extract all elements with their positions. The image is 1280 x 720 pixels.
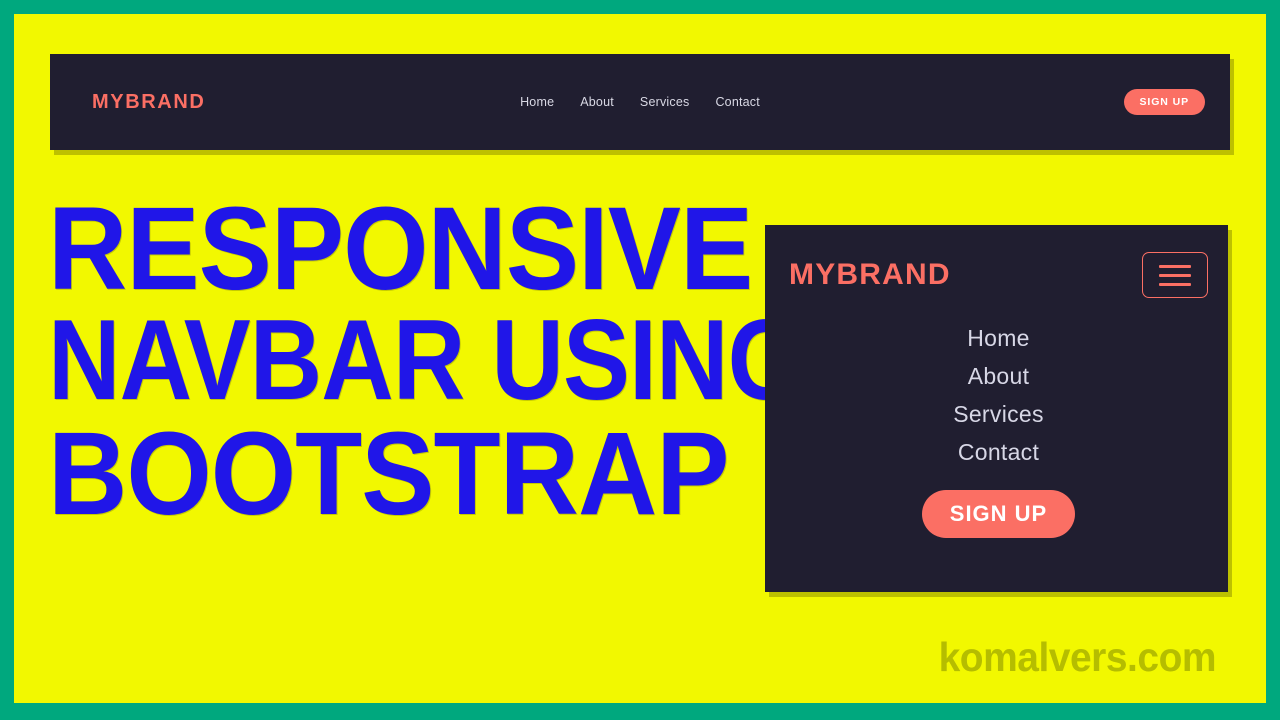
mobile-nav-link-contact[interactable]: Contact [958,439,1039,466]
nav-link-about[interactable]: About [580,95,614,109]
hamburger-bar-bottom [1159,282,1191,286]
mobile-signup-button[interactable]: SIGN UP [921,490,1076,538]
mobile-navbar-menu: Home About Services Contact SIGN UP [789,325,1208,538]
hamburger-bar-top [1159,264,1191,268]
mobile-navbar-card: MYBRAND Home About Services Contact SIGN… [765,225,1228,592]
mobile-nav-link-services[interactable]: Services [953,401,1044,428]
watermark: komalvers.com [938,634,1217,680]
hamburger-bar-middle [1159,273,1191,277]
desktop-navbar: MYBRAND Home About Services Contact SIGN… [50,54,1230,150]
nav-link-contact[interactable]: Contact [715,95,759,109]
thumbnail-frame: MYBRAND Home About Services Contact SIGN… [0,0,1280,720]
nav-link-services[interactable]: Services [640,95,690,109]
thumbnail-canvas: MYBRAND Home About Services Contact SIGN… [14,14,1266,703]
headline-line-2: NAVBAR USING [48,297,806,425]
headline-line-1: RESPONSIVE [48,183,753,315]
hamburger-icon[interactable] [1142,252,1208,298]
desktop-navbar-brand[interactable]: MYBRAND [92,91,205,114]
mobile-navbar-header: MYBRAND [789,247,1208,303]
mobile-navbar-brand[interactable]: MYBRAND [789,258,951,292]
nav-link-home[interactable]: Home [520,95,554,109]
headline: RESPONSIVE NAVBAR USING BOOTSTRAP [48,183,806,541]
mobile-nav-link-about[interactable]: About [968,363,1030,390]
desktop-signup-button[interactable]: SIGN UP [1123,89,1205,115]
mobile-nav-link-home[interactable]: Home [967,325,1030,352]
desktop-navbar-links: Home About Services Contact [520,95,760,109]
headline-line-3: BOOTSTRAP [48,408,730,541]
